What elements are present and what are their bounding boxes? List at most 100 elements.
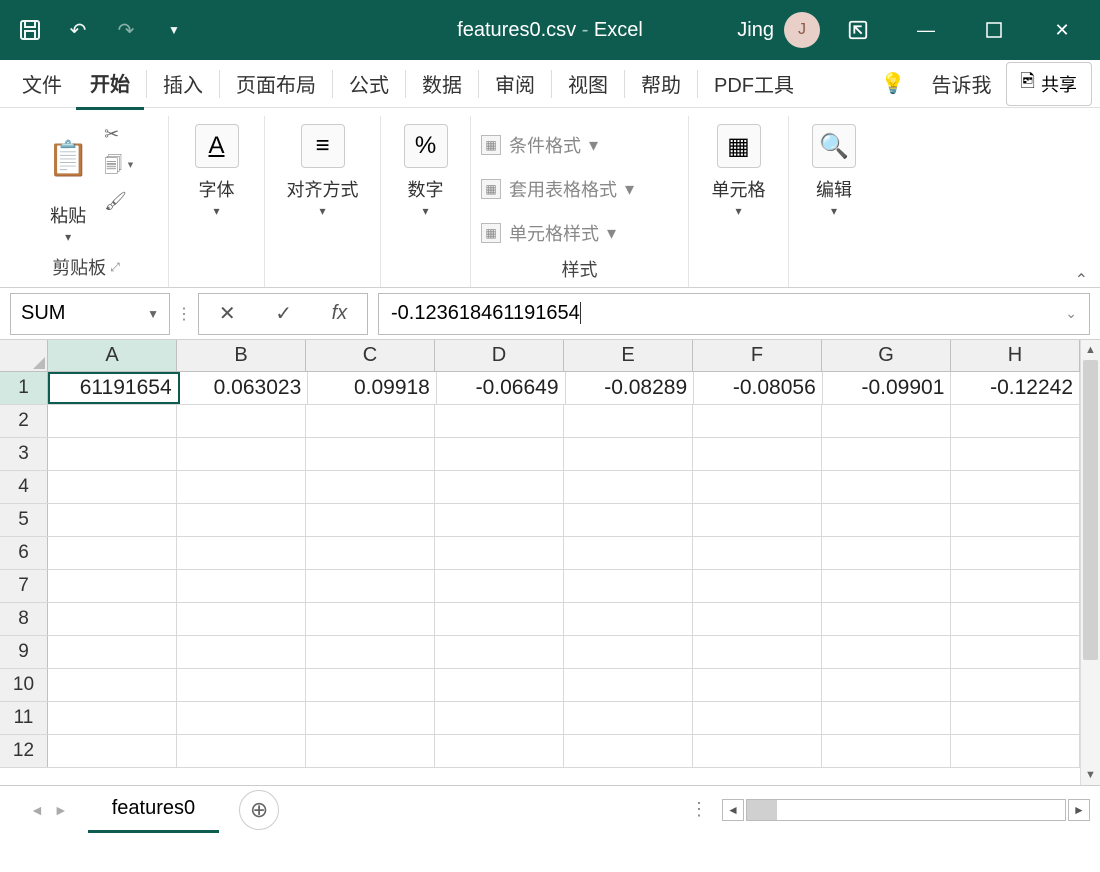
paste-button[interactable]: 📋 粘贴 ▾ [38, 120, 98, 248]
cell[interactable] [48, 504, 177, 536]
cell[interactable] [435, 405, 564, 437]
cell[interactable]: -0.12242 [951, 372, 1080, 404]
close-icon[interactable]: ✕ [1032, 10, 1092, 50]
cell[interactable] [177, 438, 306, 470]
row-header[interactable]: 7 [0, 570, 48, 602]
cell[interactable] [306, 537, 435, 569]
cells-button[interactable]: ▦ 单元格 ▾ [706, 120, 772, 222]
cell[interactable] [306, 471, 435, 503]
scroll-right-icon[interactable]: ► [1068, 799, 1090, 821]
cell[interactable]: -0.08056 [694, 372, 823, 404]
cell[interactable] [48, 636, 177, 668]
tab-view[interactable]: 视图 [554, 59, 622, 108]
row-header[interactable]: 4 [0, 471, 48, 503]
row-header[interactable]: 9 [0, 636, 48, 668]
row-header[interactable]: 8 [0, 603, 48, 635]
cell[interactable] [822, 570, 951, 602]
cell[interactable] [435, 438, 564, 470]
cell[interactable] [564, 636, 693, 668]
cell[interactable] [951, 669, 1080, 701]
cell[interactable] [951, 537, 1080, 569]
cell[interactable] [177, 735, 306, 767]
cell[interactable] [306, 504, 435, 536]
scroll-down-icon[interactable]: ▼ [1081, 765, 1100, 785]
cell[interactable] [951, 471, 1080, 503]
cell[interactable] [48, 537, 177, 569]
cut-icon[interactable]: ✂ [104, 124, 134, 145]
row-header[interactable]: 11 [0, 702, 48, 734]
cell[interactable] [435, 603, 564, 635]
cell[interactable] [435, 471, 564, 503]
select-all-corner[interactable] [0, 340, 48, 371]
row-header[interactable]: 6 [0, 537, 48, 569]
cell[interactable] [951, 405, 1080, 437]
cell[interactable] [306, 603, 435, 635]
cell[interactable] [564, 537, 693, 569]
cell[interactable] [177, 702, 306, 734]
cell[interactable] [951, 702, 1080, 734]
cell[interactable] [435, 735, 564, 767]
cell[interactable]: 0.09918 [308, 372, 437, 404]
undo-icon[interactable]: ↶ [56, 8, 100, 52]
minimize-icon[interactable]: — [896, 10, 956, 50]
cell[interactable] [564, 405, 693, 437]
cell[interactable] [822, 537, 951, 569]
cell[interactable] [48, 471, 177, 503]
cell[interactable] [564, 504, 693, 536]
row-header[interactable]: 12 [0, 735, 48, 767]
col-header-b[interactable]: B [177, 340, 306, 371]
cell[interactable] [435, 504, 564, 536]
user-account[interactable]: Jing J [737, 12, 820, 48]
row-header[interactable]: 5 [0, 504, 48, 536]
cell[interactable]: -0.06649 [437, 372, 566, 404]
cell[interactable] [435, 636, 564, 668]
scroll-thumb[interactable] [1083, 360, 1098, 660]
cell[interactable] [564, 570, 693, 602]
vertical-scrollbar[interactable]: ▲ ▼ [1080, 340, 1100, 785]
next-sheet-icon[interactable]: ► [54, 802, 68, 818]
number-format-button[interactable]: % 数字 ▾ [398, 120, 454, 222]
namebox-dropdown-icon[interactable]: ▼ [147, 307, 159, 321]
cell[interactable] [822, 636, 951, 668]
cell[interactable]: -0.08289 [566, 372, 695, 404]
cell[interactable] [693, 438, 822, 470]
cell[interactable] [306, 669, 435, 701]
tab-data[interactable]: 数据 [408, 59, 476, 108]
tab-formulas[interactable]: 公式 [335, 59, 403, 108]
cell[interactable] [48, 669, 177, 701]
col-header-d[interactable]: D [435, 340, 564, 371]
cell[interactable] [693, 735, 822, 767]
clipboard-launcher-icon[interactable]: ⤢ [110, 260, 120, 275]
row-header[interactable]: 2 [0, 405, 48, 437]
cell[interactable] [48, 438, 177, 470]
cell[interactable] [564, 702, 693, 734]
cell[interactable] [693, 603, 822, 635]
prev-sheet-icon[interactable]: ◄ [30, 802, 44, 818]
redo-icon[interactable]: ↷ [104, 8, 148, 52]
cell[interactable] [48, 570, 177, 602]
share-button[interactable]: 🖻 共享 [1006, 62, 1092, 106]
tab-pdf[interactable]: PDF工具 [700, 59, 808, 108]
tell-me-icon[interactable]: 💡 [869, 71, 918, 96]
tab-layout[interactable]: 页面布局 [222, 59, 330, 108]
cell[interactable] [435, 669, 564, 701]
cell[interactable] [822, 405, 951, 437]
tab-help[interactable]: 帮助 [627, 59, 695, 108]
cell[interactable] [693, 537, 822, 569]
copy-icon[interactable]: 🗐 ▾ [104, 153, 134, 183]
cell[interactable] [822, 471, 951, 503]
cell[interactable] [177, 405, 306, 437]
name-box[interactable]: SUM ▼ [10, 293, 170, 335]
cell[interactable] [951, 504, 1080, 536]
cell[interactable] [564, 438, 693, 470]
tell-me-text[interactable]: 告诉我 [918, 59, 1006, 108]
horizontal-scrollbar[interactable]: ◄ ► [722, 799, 1090, 821]
cell[interactable] [951, 735, 1080, 767]
editing-button[interactable]: 🔍 编辑 ▾ [806, 120, 862, 222]
cell[interactable] [564, 603, 693, 635]
cell[interactable] [693, 405, 822, 437]
cell[interactable] [822, 504, 951, 536]
cell[interactable]: 0.063023 [180, 372, 309, 404]
cell-a1[interactable]: 61191654 [48, 372, 180, 404]
cell[interactable] [306, 570, 435, 602]
